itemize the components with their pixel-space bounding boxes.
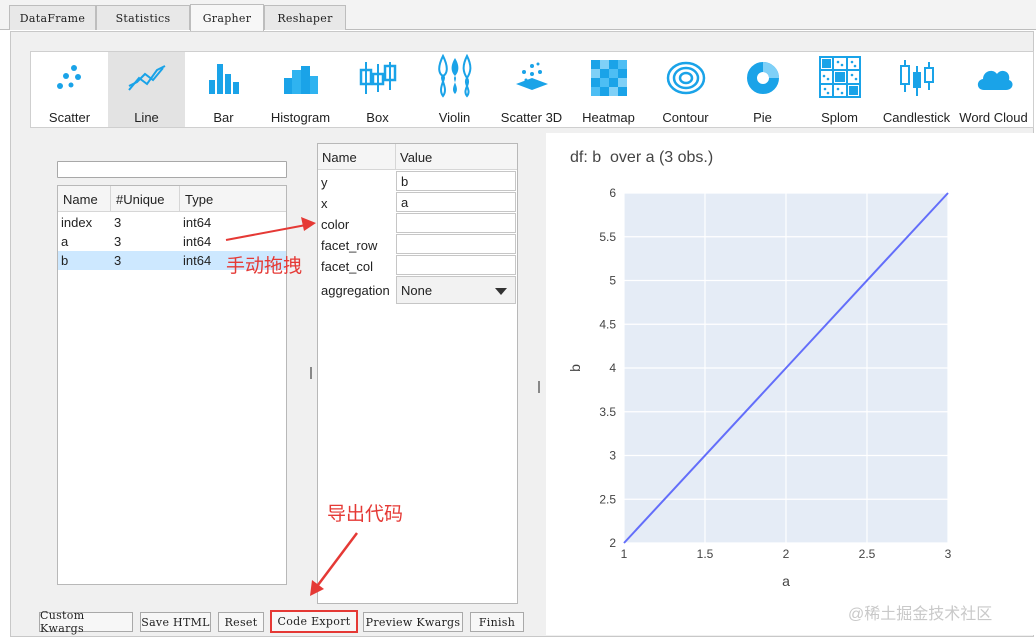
property-header-value: Value [396, 144, 517, 170]
save-html-button[interactable]: Save HTML [140, 612, 211, 632]
chart-type-box[interactable]: Box [339, 52, 416, 127]
chart-type-word-cloud[interactable]: Word Cloud [955, 52, 1032, 127]
violin-icon [437, 54, 471, 98]
word-cloud-icon [977, 70, 1013, 90]
column-unique: 3 [114, 234, 122, 249]
tab-reshaper[interactable]: Reshaper [264, 5, 346, 30]
chart-type-label: Pie [753, 110, 772, 125]
chart-type-candlestick[interactable]: Candlestick [878, 52, 955, 127]
column-list: Name #Unique Type index 3 int64 a 3 int6… [57, 185, 287, 585]
property-value-facet-row[interactable] [396, 234, 516, 254]
aggregation-selected-value: None [401, 283, 433, 298]
property-label-aggregation: aggregation [321, 283, 390, 298]
watermark: @稀土掘金技术社区 [848, 606, 993, 623]
chart-type-label: Scatter 3D [500, 110, 563, 125]
column-name: b [61, 253, 69, 268]
chart-type-pie[interactable]: Pie [724, 52, 801, 127]
property-header-name: Name [318, 144, 396, 170]
chart-type-label: Box [366, 110, 389, 125]
heatmap-icon [590, 60, 627, 96]
chart-type-toolbar: Scatter Line Bar Histogram Box Violin Sc… [30, 51, 1034, 128]
column-type: int64 [183, 234, 212, 249]
pie-icon [746, 62, 779, 94]
chart-type-histogram[interactable]: Histogram [262, 52, 339, 127]
splitter-handle[interactable] [538, 381, 540, 393]
property-label-facet-row: facet_row [321, 238, 378, 253]
preview-kwargs-button[interactable]: Preview Kwargs [363, 612, 463, 632]
chart-type-scatter[interactable]: Scatter [31, 52, 108, 127]
property-label-y: y [321, 175, 328, 190]
tab-statistics[interactable]: Statistics [96, 5, 190, 30]
chart-type-label: Candlestick [882, 110, 951, 125]
reset-button[interactable]: Reset [218, 612, 264, 632]
column-name: index [61, 215, 93, 230]
column-type: int64 [183, 253, 212, 268]
aggregation-select[interactable]: None [396, 276, 516, 304]
column-name: a [61, 234, 69, 249]
chart-type-label: Line [134, 110, 159, 125]
chart-type-label: Violin [438, 110, 471, 125]
plot-properties-table: Name Value y b x a color facet_row facet… [317, 143, 518, 604]
export-annotation: 导出代码 [327, 504, 404, 525]
property-value-color[interactable] [396, 213, 516, 233]
histogram-icon [283, 66, 318, 94]
bar-chart-icon [208, 64, 239, 94]
chart-type-label: Word Cloud [959, 110, 1028, 125]
column-unique: 3 [114, 253, 122, 268]
chart-type-splom[interactable]: Splom [801, 52, 878, 127]
plot-title: df: b over a (3 obs.) [570, 149, 714, 166]
chart-type-label: Histogram [270, 110, 331, 125]
chart-type-scatter-3d[interactable]: Scatter 3D [493, 52, 570, 127]
chart-type-contour[interactable]: Contour [647, 52, 724, 127]
chart-type-label: Scatter [48, 110, 91, 125]
tab-dataframe[interactable]: DataFrame [9, 5, 96, 30]
chart-type-bar[interactable]: Bar [185, 52, 262, 127]
contour-icon [666, 61, 705, 95]
plot-panel [546, 133, 1034, 635]
chevron-down-icon [495, 288, 507, 295]
chart-type-label: Splom [821, 110, 858, 125]
chart-type-label: Contour [662, 110, 709, 125]
chart-type-label: Bar [213, 110, 234, 125]
column-type: int64 [183, 215, 212, 230]
property-value-x[interactable]: a [396, 192, 516, 212]
column-row-index[interactable]: index 3 int64 [58, 213, 286, 232]
candlestick-icon [899, 60, 934, 96]
chart-type-line[interactable]: Line [108, 52, 185, 127]
tab-grapher[interactable]: Grapher [190, 4, 264, 31]
scatter-3d-icon [515, 62, 548, 90]
column-search-input[interactable] [57, 161, 287, 178]
property-value-y[interactable]: b [396, 171, 516, 191]
code-export-button[interactable]: Code Export [270, 610, 358, 633]
column-unique: 3 [114, 215, 122, 230]
splitter-handle[interactable] [310, 367, 312, 379]
scatter-icon [56, 65, 81, 89]
property-value-facet-col[interactable] [396, 255, 516, 275]
property-label-facet-col: facet_col [321, 259, 374, 274]
drag-annotation: 手动拖拽 [226, 256, 303, 277]
splom-icon [818, 56, 861, 98]
chart-type-label: Heatmap [582, 110, 635, 125]
custom-kwargs-button[interactable]: Custom Kwargs [39, 609, 133, 635]
tab-bar: DataFrame Statistics Grapher Reshaper [0, 0, 1036, 31]
column-row-a[interactable]: a 3 int64 [58, 232, 286, 251]
property-label-color: color [321, 217, 350, 232]
column-header-unique[interactable]: #Unique [111, 186, 180, 212]
chart-type-heatmap[interactable]: Heatmap [570, 52, 647, 127]
column-header-name[interactable]: Name [58, 186, 111, 212]
line-chart-icon [127, 65, 165, 91]
property-label-x: x [321, 196, 328, 211]
chart-type-violin[interactable]: Violin [416, 52, 493, 127]
box-plot-icon [359, 62, 396, 94]
finish-button[interactable]: Finish [470, 612, 524, 632]
column-header-type[interactable]: Type [180, 186, 286, 212]
